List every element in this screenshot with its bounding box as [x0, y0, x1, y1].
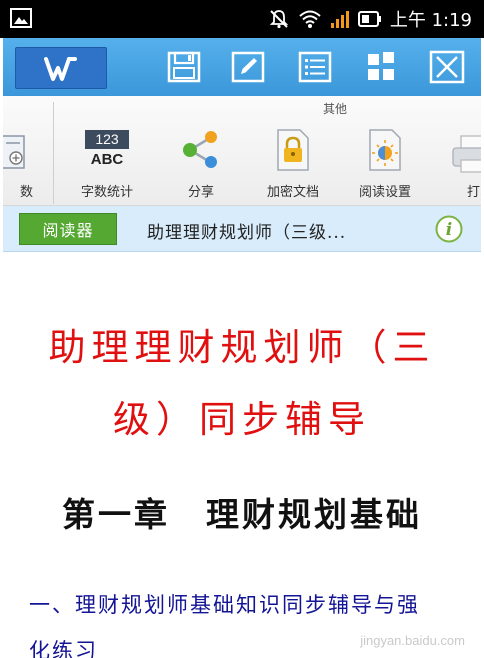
- info-icon[interactable]: i: [435, 215, 463, 243]
- ribbon-divider: [53, 102, 54, 204]
- app-window: 其他 数 123 ABC 字数统计 分享 加密文档 阅读设置 打 阅读器 助理理…: [3, 38, 481, 658]
- status-bar: 上午 1:19: [0, 0, 484, 38]
- ribbon-item-share[interactable]: 分享: [171, 126, 231, 206]
- save-icon[interactable]: [166, 50, 202, 84]
- heading-line-2: 级）同步辅导: [113, 398, 371, 441]
- wps-w-icon: [44, 57, 77, 81]
- reading-settings-icon: [369, 129, 401, 171]
- reader-bar: 阅读器 助理理财规划师（三级... i: [3, 206, 481, 252]
- gallery-icon: [10, 8, 32, 28]
- clock: 上午 1:19: [389, 10, 472, 31]
- ribbon-item-print[interactable]: 打印: [451, 126, 481, 206]
- wifi-icon: [299, 10, 321, 28]
- heading-line-1: 助理理财规划师（三: [48, 326, 436, 369]
- lock-icon: [277, 129, 309, 171]
- ribbon-toolbar: 其他 数 123 ABC 字数统计 分享 加密文档 阅读设置 打: [3, 96, 481, 206]
- mute-bell-icon: [269, 10, 289, 29]
- word-count-icon-bottom: ABC: [90, 151, 124, 168]
- document-heading: 助理理财规划师（三 级）同步辅导: [3, 312, 481, 456]
- ribbon-item-word-count[interactable]: 123 ABC 字数统计: [71, 126, 143, 206]
- info-glyph: i: [446, 220, 452, 240]
- page-plus-icon: [3, 135, 25, 169]
- document-page[interactable]: 助理理财规划师（三 级）同步辅导 第一章 理财规划基础 一、理财规划师基础知识同…: [3, 252, 481, 658]
- section-line-1: 一、理财规划师基础知识同步辅导与强: [29, 593, 420, 617]
- ribbon-item-partial[interactable]: 数: [3, 126, 33, 206]
- top-toolbar: [3, 38, 481, 96]
- chapter-heading: 第一章 理财规划基础: [62, 495, 422, 534]
- ribbon-item-reading-settings[interactable]: 阅读设置: [347, 126, 423, 206]
- grid-icon[interactable]: [363, 50, 399, 84]
- word-count-icon: 123 ABC: [85, 130, 129, 172]
- word-count-icon-top: 123: [85, 130, 129, 149]
- ribbon-group-label: 其他: [323, 102, 348, 116]
- signal-icon: [330, 11, 349, 28]
- edit-icon[interactable]: [230, 50, 266, 84]
- wps-logo-button[interactable]: [15, 47, 107, 89]
- battery-icon: [357, 11, 381, 27]
- print-icon: [452, 135, 481, 173]
- watermark: jingyan.baidu.com: [360, 633, 465, 648]
- ribbon-item-encrypt[interactable]: 加密文档: [255, 126, 331, 206]
- document-title: 助理理财规划师（三级...: [147, 223, 347, 243]
- reader-mode-button[interactable]: 阅读器: [19, 213, 117, 245]
- share-icon: [183, 131, 217, 168]
- close-icon[interactable]: [429, 50, 465, 84]
- list-icon[interactable]: [297, 50, 333, 84]
